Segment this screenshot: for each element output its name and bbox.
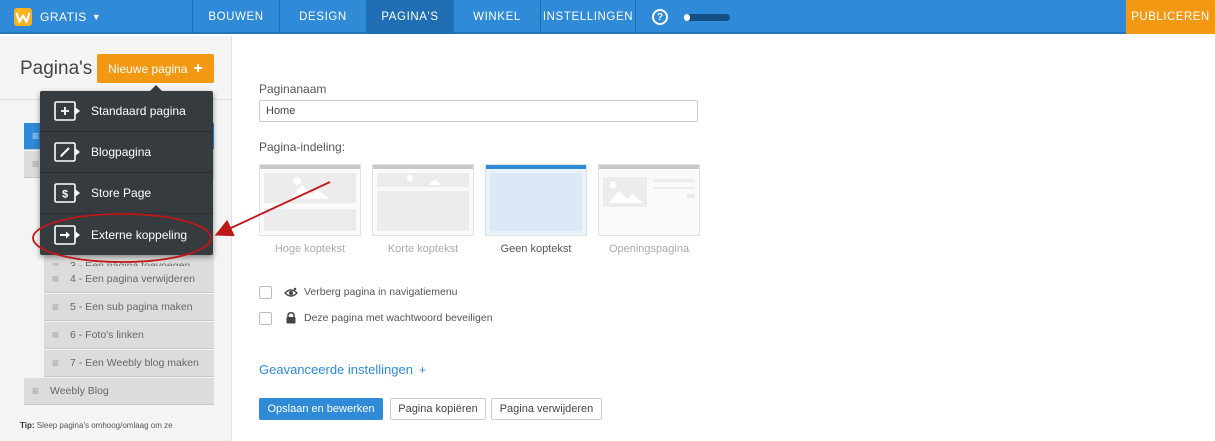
svg-text:$: $ — [62, 189, 68, 201]
password-protect-checkbox[interactable] — [259, 312, 272, 325]
tab-winkel[interactable]: WINKEL — [453, 0, 540, 34]
copy-page-button[interactable]: Pagina kopiëren — [390, 398, 486, 420]
tab-paginas[interactable]: PAGINA'S — [366, 0, 453, 34]
drag-handle-icon[interactable]: ≡ — [52, 300, 64, 314]
layout-option-label: Korte koptekst — [387, 243, 459, 255]
new-page-label: Nieuwe pagina — [108, 61, 188, 76]
plus-page-icon — [54, 101, 80, 121]
main-tabs: BOUWEN DESIGN PAGINA'S WINKEL INSTELLING… — [192, 0, 636, 34]
chevron-down-icon: ▼ — [91, 12, 101, 22]
drag-handle-icon[interactable]: ≡ — [52, 272, 64, 286]
hide-in-nav-label: Verberg pagina in navigatiemenu — [304, 286, 458, 298]
sidebar-title: Pagina's — [20, 58, 93, 79]
layout-option-short-header[interactable] — [372, 164, 474, 236]
dollar-page-icon: $ — [54, 183, 80, 203]
page-label: 6 - Foto's linken — [70, 329, 144, 341]
page-label: 7 - Een Weebly blog maken — [70, 357, 199, 369]
drag-handle-icon[interactable]: ≡ — [52, 356, 64, 370]
page-list-item[interactable]: ≡ 7 - Een Weebly blog maken — [44, 350, 214, 377]
layout-option-label: Openingspagina — [608, 243, 690, 255]
page-label: 5 - Een sub pagina maken — [70, 301, 193, 313]
tab-bouwen[interactable]: BOUWEN — [192, 0, 279, 34]
tab-instellingen[interactable]: INSTELLINGEN — [540, 0, 636, 34]
help-icon[interactable]: ? — [652, 9, 668, 25]
menu-item-external-link[interactable]: Externe koppeling — [40, 214, 213, 255]
plan-label: GRATIS — [40, 10, 87, 24]
layout-label: Pagina-indeling: — [259, 140, 346, 154]
landing-page-thumbnail-icon — [603, 177, 695, 207]
publish-button[interactable]: PUBLICEREN — [1126, 0, 1215, 34]
page-settings-panel: Paginanaam Pagina-indeling: Hoge kopteks… — [233, 36, 1215, 441]
pen-page-icon — [54, 142, 80, 162]
eye-slash-icon — [284, 287, 298, 297]
drag-handle-icon[interactable]: ≡ — [32, 384, 44, 398]
sidebar-tip: Tip: Sleep pagina's omhoog/omlaag om ze — [20, 420, 220, 432]
page-name-label: Paginanaam — [259, 82, 327, 96]
page-list-item[interactable]: ≡ 4 - Een pagina verwijderen — [44, 266, 214, 293]
menu-item-label: Externe koppeling — [91, 227, 188, 242]
tip-label: Tip: — [20, 421, 35, 430]
no-header-thumbnail-icon — [490, 173, 582, 231]
page-label: Weebly Blog — [50, 385, 109, 397]
lock-icon — [286, 312, 296, 324]
delete-page-button[interactable]: Pagina verwijderen — [491, 398, 602, 420]
new-page-button[interactable]: Nieuwe pagina + — [97, 54, 214, 83]
menu-item-blog-page[interactable]: Blogpagina — [40, 132, 213, 173]
site-plan-menu[interactable]: GRATIS ▼ — [0, 0, 101, 34]
page-label: 4 - Een pagina verwijderen — [70, 273, 195, 285]
layout-option-tall-header[interactable] — [259, 164, 361, 236]
menu-item-standard-page[interactable]: Standaard pagina — [40, 91, 213, 132]
page-list-item[interactable]: ≡ 6 - Foto's linken — [44, 322, 214, 349]
layout-option-no-header[interactable] — [485, 164, 587, 236]
drag-handle-icon[interactable]: ≡ — [52, 328, 64, 342]
advanced-settings-link[interactable]: Geavanceerde instellingen + — [259, 362, 426, 377]
page-list-item[interactable]: ≡ 5 - Een sub pagina maken — [44, 294, 214, 321]
progress-fill — [684, 14, 690, 21]
layout-option-label: Geen koptekst — [500, 243, 572, 255]
page-list-item[interactable]: ≡ Weebly Blog — [24, 378, 214, 405]
new-page-dropdown: Standaard pagina Blogpagina $ Store Page… — [40, 85, 213, 255]
setup-progress-bar[interactable] — [684, 14, 730, 21]
short-header-thumbnail-icon — [377, 173, 469, 231]
menu-item-label: Standaard pagina — [91, 104, 186, 118]
plus-icon: + — [193, 59, 203, 77]
tip-text: Sleep pagina's omhoog/omlaag om ze — [36, 421, 173, 430]
menu-item-label: Store Page — [91, 186, 152, 200]
menu-item-store-page[interactable]: $ Store Page — [40, 173, 213, 214]
layout-option-label: Hoge koptekst — [274, 243, 346, 255]
plus-icon: + — [418, 363, 426, 377]
password-protect-label: Deze pagina met wachtwoord beveiligen — [304, 312, 493, 324]
weebly-logo-icon — [14, 8, 32, 26]
top-navigation-bar: GRATIS ▼ BOUWEN DESIGN PAGINA'S WINKEL I… — [0, 0, 1215, 34]
save-and-edit-button[interactable]: Opslaan en bewerken — [259, 398, 383, 420]
page-name-input[interactable] — [259, 100, 698, 122]
layout-option-landing-page[interactable] — [598, 164, 700, 236]
tab-design[interactable]: DESIGN — [279, 0, 366, 34]
tall-header-thumbnail-icon — [264, 173, 356, 231]
arrow-page-icon — [54, 224, 80, 245]
menu-item-label: Blogpagina — [91, 145, 152, 159]
advanced-settings-label: Geavanceerde instellingen — [259, 362, 413, 377]
hide-in-nav-checkbox[interactable] — [259, 286, 272, 299]
